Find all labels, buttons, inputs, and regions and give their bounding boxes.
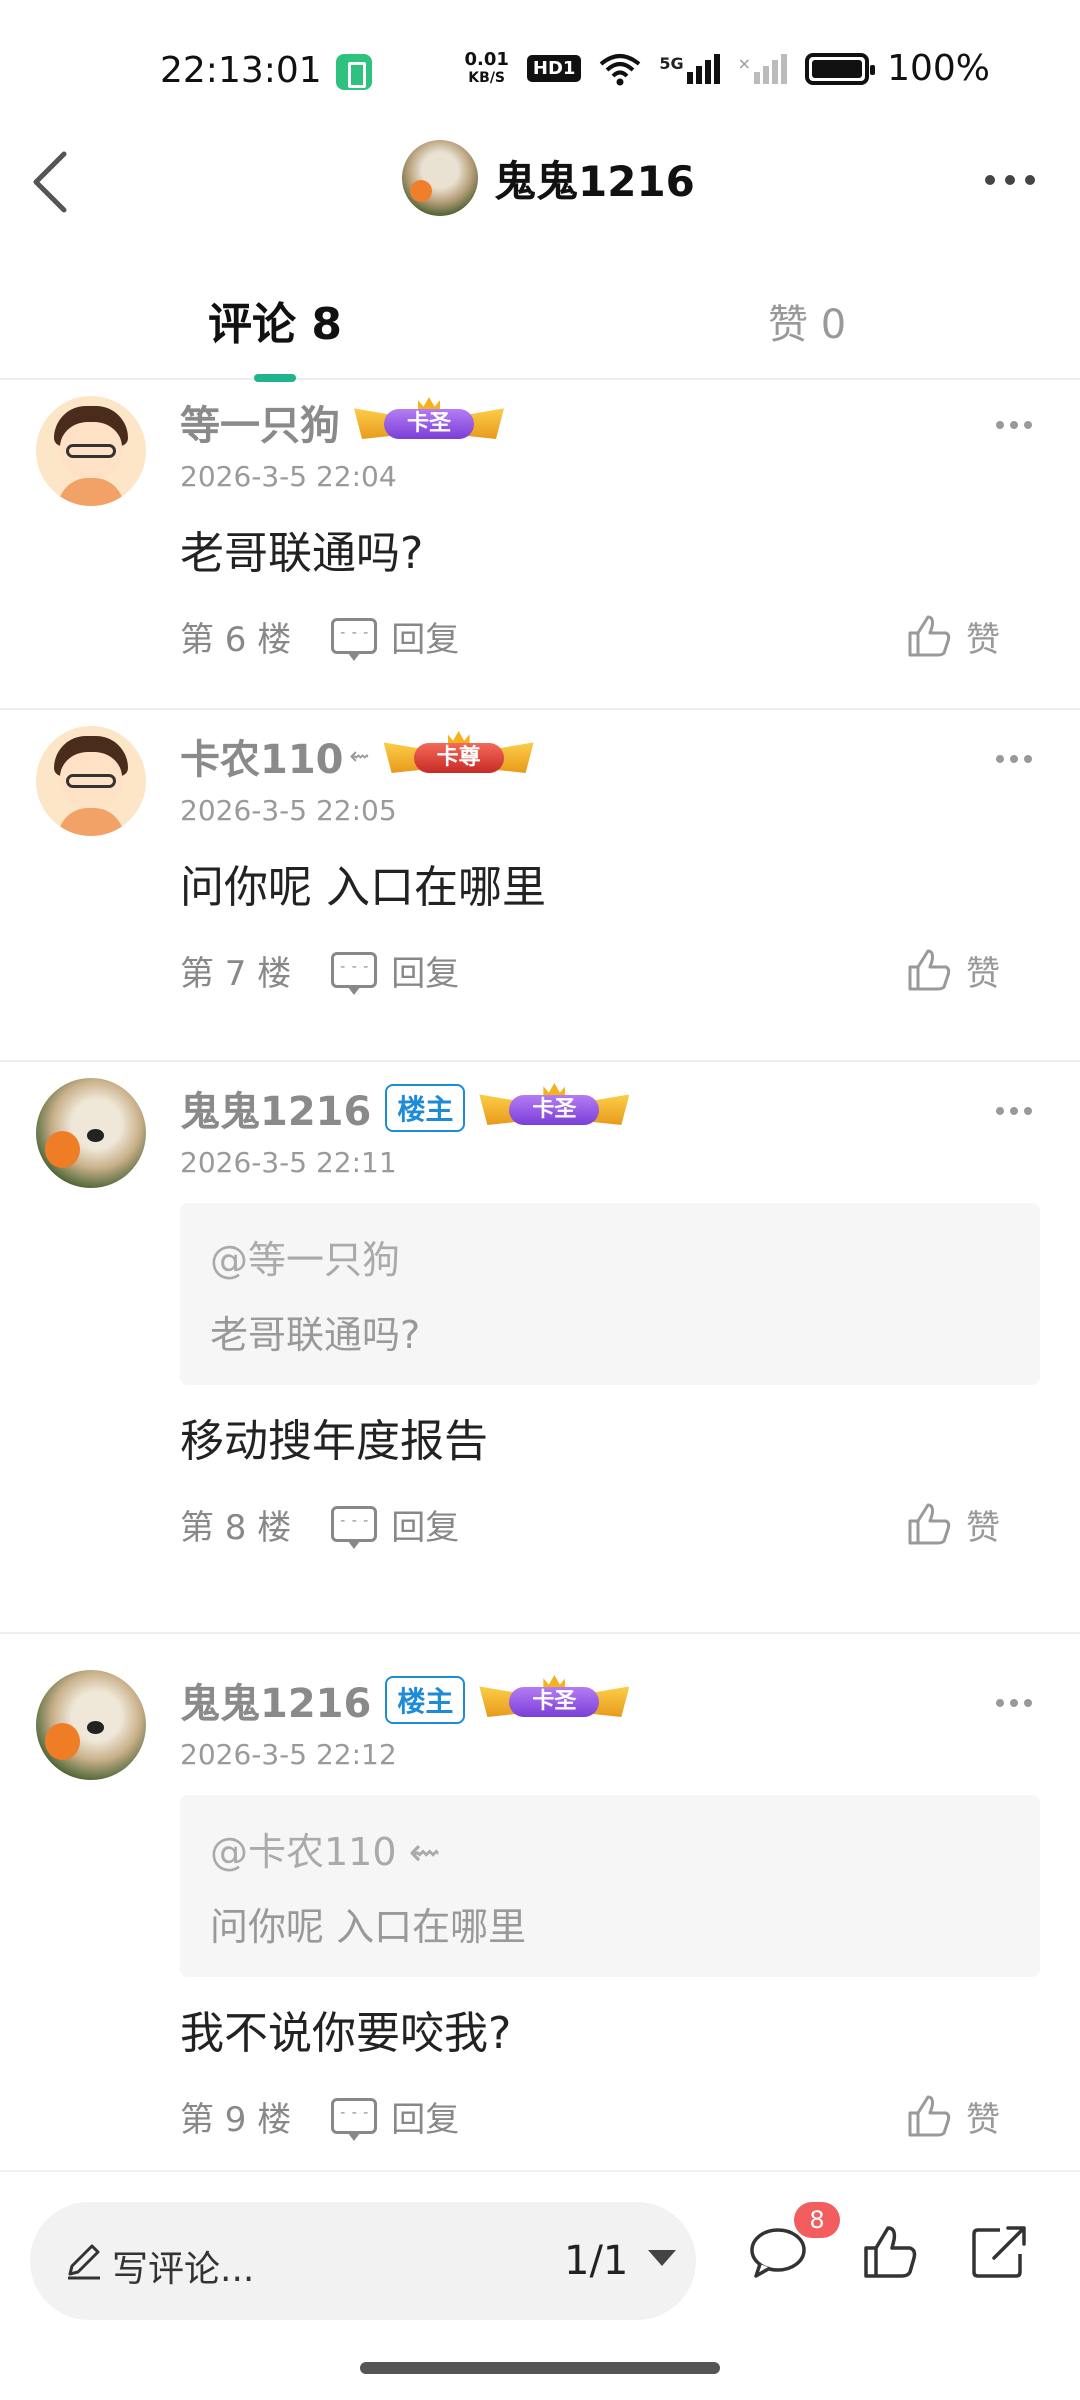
- like-button[interactable]: 赞: [906, 1500, 1000, 1549]
- rank-badge: 卡圣: [479, 1083, 630, 1133]
- commenter-avatar[interactable]: [36, 396, 146, 506]
- page-indicator[interactable]: 1/1: [564, 2238, 628, 2284]
- tab-likes[interactable]: 赞 0: [768, 292, 846, 350]
- owner-badge: 楼主: [385, 1676, 466, 1724]
- quoted-text: 老哥联通吗?: [210, 1313, 421, 1357]
- commenter-name[interactable]: 鬼鬼1216: [180, 1671, 371, 1729]
- reply-icon: [331, 2098, 378, 2141]
- comment-time: 2026-3-5 22:05: [180, 794, 397, 827]
- comment-item: 卡农110 ⇜ 卡尊 2026-3-5 22:05 问你呢 入口在哪里 第 7 …: [0, 710, 1080, 1062]
- thumbs-up-icon: [908, 949, 951, 991]
- quoted-comment[interactable]: @等一只狗 老哥联通吗?: [180, 1203, 1040, 1385]
- thumbs-up-icon[interactable]: [862, 2224, 918, 2280]
- share-icon[interactable]: [970, 2224, 1030, 2280]
- reply-button[interactable]: 回复: [331, 612, 459, 661]
- more-horizontal-icon: [985, 175, 1035, 185]
- owner-badge: 楼主: [385, 1084, 466, 1132]
- like-button[interactable]: 赞: [906, 946, 1000, 995]
- comment-time: 2026-3-5 22:12: [180, 1738, 397, 1771]
- comment-time: 2026-3-5 22:04: [180, 460, 397, 493]
- comment-count-badge: 8: [794, 2202, 840, 2238]
- reply-button[interactable]: 回复: [331, 2092, 459, 2141]
- post-header: 鬼鬼1216: [0, 130, 1080, 240]
- commenter-name[interactable]: 等一只狗: [180, 393, 340, 451]
- pen-icon: [68, 2244, 100, 2280]
- rank-badge: 卡圣: [354, 397, 504, 447]
- signal-sim2-icon: ×: [738, 53, 788, 84]
- rank-badge: 卡圣: [479, 1675, 630, 1725]
- thumbs-up-icon: [908, 1503, 951, 1545]
- battery-icon: [805, 52, 876, 85]
- rank-badge: 卡尊: [383, 731, 534, 781]
- reply-icon: [331, 952, 378, 995]
- header-username: 鬼鬼1216: [494, 156, 695, 206]
- comment-item: 鬼鬼1216 楼主 卡圣 2026-3-5 22:12 @卡农110 ⇜ 问你呢…: [0, 1634, 1080, 2170]
- floor-number: 第 9 楼: [180, 2099, 292, 2140]
- hd-icon: HD1: [526, 55, 582, 82]
- quoted-user: @等一只狗: [210, 1238, 401, 1282]
- comment-more-icon[interactable]: [994, 418, 1034, 432]
- home-indicator[interactable]: [360, 2362, 720, 2374]
- floor-number: 第 7 楼: [180, 953, 292, 994]
- back-button[interactable]: [24, 142, 94, 222]
- tab-comments[interactable]: 评论 8: [208, 288, 342, 352]
- comment-list: 等一只狗 卡圣 2026-3-5 22:04 老哥联通吗? 第 6 楼 回复: [0, 382, 1080, 2170]
- more-options-button[interactable]: [980, 160, 1040, 200]
- comment-footer: 第 9 楼 回复 赞: [180, 2061, 1040, 2171]
- quoted-text: 问你呢 入口在哪里: [210, 1905, 527, 1949]
- commenter-avatar[interactable]: [36, 1670, 146, 1780]
- status-indicators: 0.01 KB/S HD1 5G × 100%: [464, 48, 990, 89]
- quoted-comment[interactable]: @卡农110 ⇜ 问你呢 入口在哪里: [180, 1795, 1040, 1977]
- like-button[interactable]: 赞: [906, 2092, 1000, 2141]
- write-comment-input[interactable]: 写评论... 1/1: [30, 2202, 696, 2320]
- net-speed: 0.01 KB/S: [464, 48, 509, 86]
- battery-percent: 100%: [887, 48, 990, 89]
- comment-footer: 第 8 楼 回复 赞: [180, 1469, 1040, 1579]
- bottom-action-bar: 写评论... 1/1 8: [0, 2170, 1080, 2320]
- comment-text: 移动搜年度报告: [180, 1416, 488, 1467]
- thumbs-up-icon: [908, 615, 951, 657]
- comment-footer: 第 7 楼 回复 赞: [180, 915, 1040, 1025]
- tab-bar: 评论 8 赞 0: [0, 270, 1080, 382]
- reply-icon: [331, 1506, 378, 1549]
- caret-down-icon[interactable]: [648, 2250, 676, 2266]
- signal-5g-icon: 5G: [659, 53, 720, 84]
- comment-item: 等一只狗 卡圣 2026-3-5 22:04 老哥联通吗? 第 6 楼 回复: [0, 382, 1080, 710]
- comment-more-icon[interactable]: [994, 752, 1034, 766]
- quoted-user: @卡农110 ⇜: [210, 1830, 441, 1874]
- comment-text: 我不说你要咬我?: [180, 2008, 512, 2059]
- thumbs-up-icon: [908, 2095, 951, 2137]
- commenter-avatar[interactable]: [36, 1078, 146, 1188]
- comment-item: 鬼鬼1216 楼主 卡圣 2026-3-5 22:11 @等一只狗 老哥联通吗?…: [0, 1062, 1080, 1634]
- chevron-left-icon: [33, 151, 67, 213]
- reply-button[interactable]: 回复: [331, 946, 459, 995]
- comment-more-icon[interactable]: [994, 1696, 1034, 1710]
- header-avatar[interactable]: [402, 140, 478, 216]
- status-bar: 22:13:01 0.01 KB/S HD1 5G × 100%: [0, 0, 1080, 140]
- status-time: 22:13:01: [160, 50, 322, 91]
- commenter-name[interactable]: 卡农110: [180, 727, 344, 785]
- comment-text: 问你呢 入口在哪里: [180, 862, 546, 913]
- wifi-icon: [600, 53, 641, 85]
- battery-saver-icon: [336, 54, 372, 90]
- tab-active-indicator: [254, 374, 296, 382]
- commenter-avatar[interactable]: [36, 726, 146, 836]
- comment-more-icon[interactable]: [994, 1104, 1034, 1118]
- header-user[interactable]: 鬼鬼1216: [402, 140, 695, 216]
- reply-icon: [331, 618, 378, 661]
- write-comment-placeholder: 写评论...: [112, 2249, 255, 2290]
- commenter-name[interactable]: 鬼鬼1216: [180, 1079, 371, 1137]
- floor-number: 第 6 楼: [180, 619, 292, 660]
- comment-text: 老哥联通吗?: [180, 528, 424, 579]
- user-tag-icon: ⇜: [349, 742, 370, 770]
- reply-button[interactable]: 回复: [331, 1500, 459, 1549]
- comment-time: 2026-3-5 22:11: [180, 1146, 397, 1179]
- like-button[interactable]: 赞: [906, 612, 1000, 661]
- floor-number: 第 8 楼: [180, 1507, 292, 1548]
- comment-footer: 第 6 楼 回复 赞: [180, 581, 1040, 691]
